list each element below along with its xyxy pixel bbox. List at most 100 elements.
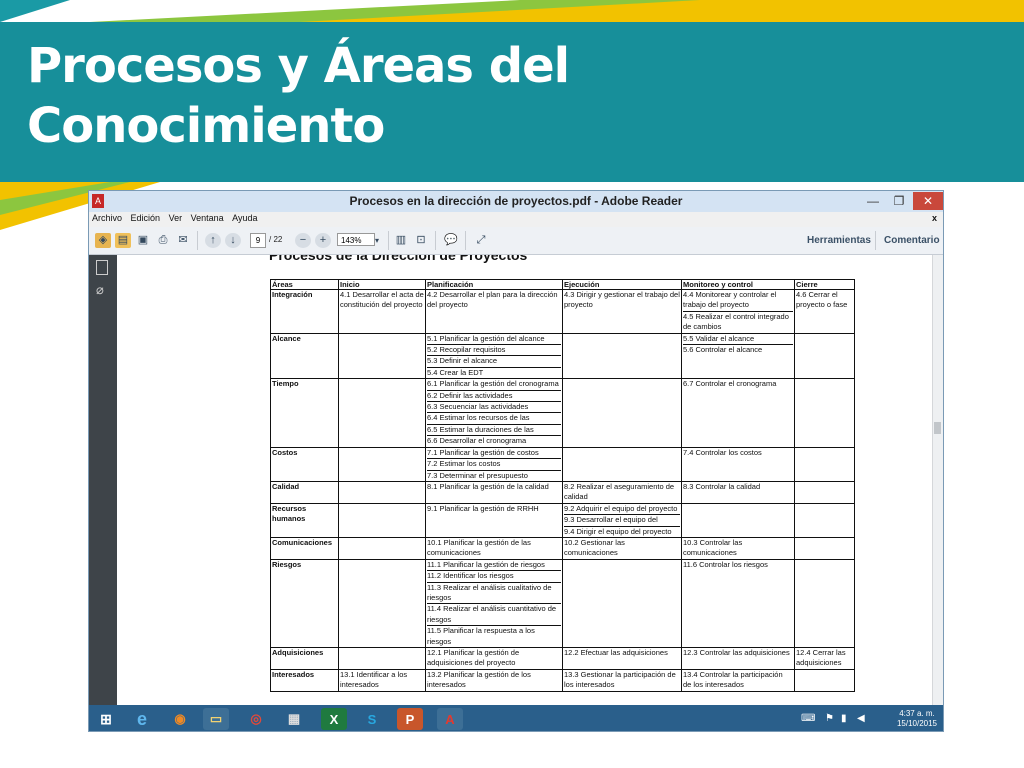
network-icon[interactable]: ▮ [841,713,847,724]
menu-edicion[interactable]: Edición [128,212,164,224]
powerpoint-icon[interactable]: P [397,708,423,730]
attachment-icon[interactable]: ⌀ [96,282,104,298]
chrome-icon[interactable]: ◎ [243,708,269,730]
comment-icon[interactable]: 💬 [443,233,459,248]
monitoreo-cell: 5.5 Validar el alcance 5.6 Controlar el a… [681,332,795,380]
ejecucion-cell: 4.3 Dirigir y gestionar el trabajo del p… [562,289,682,334]
slide-title-line-1: Procesos y Áreas del [27,38,570,94]
flag-icon[interactable]: ⚑ [825,713,834,724]
inicio-cell: 13.1 Identificar a los interesados [338,668,426,692]
tools-button[interactable]: Herramientas [807,235,871,246]
internet-explorer-icon[interactable]: e [129,708,155,730]
media-player-icon[interactable]: ◉ [167,708,193,730]
file-explorer-icon[interactable]: ▭ [203,708,229,730]
vertical-scrollbar[interactable] [932,255,943,705]
area-cell: Costos [270,446,339,482]
chevron-down-icon[interactable]: ▾ [369,233,385,248]
process-item: 7.3 Determinar el presupuesto [427,470,528,480]
toolbar-separator [197,231,198,250]
area-cell: Tiempo [270,378,339,448]
table-row: Comunicaciones 10.1 Planificar la gestión… [270,536,855,560]
cierre-cell: 12.4 Cerrar las adquisiciones [794,647,855,670]
menu-ayuda[interactable]: Ayuda [229,212,260,224]
document-view[interactable]: Procesos de la Dirección de Proyectos Ár… [117,255,934,705]
inicio-cell [338,480,426,504]
inicio-cell [338,502,426,538]
fit-page-icon[interactable]: ▥ [393,233,409,248]
clock-date: 15/10/2015 [896,719,937,728]
monitoreo-cell: 12.3 Controlar las adquisiciones [681,647,795,670]
previous-page-icon[interactable]: ↑ [205,233,221,248]
planificacion-cell: 6.1 Planificar la gestión del cronograma… [425,378,563,448]
save-icon[interactable]: ▣ [135,233,151,248]
full-screen-icon[interactable]: ⤢ [473,233,489,248]
zoom-in-icon[interactable]: + [315,233,331,248]
menu-ventana[interactable]: Ventana [188,212,227,224]
ejecucion-cell: 8.2 Realizar el aseguramiento de calidad [562,480,682,504]
taskbar-clock[interactable]: 4:37 a. m. 15/10/2015 [897,709,937,729]
process-item: 6.7 Controlar el cronograma [683,379,777,389]
keyboard-icon[interactable]: ⌨ [801,713,815,724]
ejecucion-cell [562,558,682,649]
process-item: 6.4 Estimar los recursos de las [427,413,561,425]
toolbar-separator [875,231,876,250]
email-icon[interactable]: ✉ [175,233,191,248]
menu-archivo[interactable]: Archivo [89,212,125,224]
toolbar-separator [435,231,436,250]
scrollbar-thumb[interactable] [934,422,941,434]
planificacion-cell: 11.1 Planificar la gestión de riesgos 11.… [425,558,563,649]
process-item: 5.6 Controlar el alcance [683,345,763,355]
area-cell: Recursos humanos [270,502,339,538]
open-folder-icon[interactable]: ▤ [115,233,131,248]
cierre-cell [794,332,855,380]
table-header-row: Áreas Inicio Planificación Ejecución Mon… [270,279,855,290]
page-number-input[interactable]: 9 [250,233,266,248]
minimize-button[interactable]: — [861,192,885,210]
table-row: Recursos humanos 9.1 Planificar la gestió… [270,502,855,538]
excel-icon[interactable]: X [321,708,347,730]
maximize-button[interactable]: ❐ [887,192,911,210]
adobe-reader-taskbar-icon[interactable]: A [437,708,463,730]
column-header: Monitoreo y control [681,279,795,290]
skype-icon[interactable]: S [359,708,385,730]
process-item: 6.3 Secuenciar las actividades [427,402,561,414]
slide-title-line-2: Conocimiento [27,98,385,154]
volume-icon[interactable]: ◀ [857,713,865,724]
zoom-out-icon[interactable]: − [295,233,311,248]
page-total: / 22 [269,235,283,244]
inicio-cell [338,378,426,448]
inicio-cell [338,446,426,482]
monitoreo-cell: 11.6 Controlar los riesgos [681,558,795,649]
planificacion-cell: 5.1 Planificar la gestión del alcance 5.2… [425,332,563,380]
menu-ver[interactable]: Ver [166,212,186,224]
comment-button[interactable]: Comentario [884,235,940,246]
cierre-cell [794,446,855,482]
monitoreo-cell: 10.3 Controlar las comunicaciones [681,536,795,560]
process-item: 6.2 Definir las actividades [427,391,561,403]
fit-width-icon[interactable]: ⊡ [413,233,429,248]
next-page-icon[interactable]: ↓ [225,233,241,248]
toolbar-separator [465,231,466,250]
print-icon[interactable]: ⎙ [155,233,171,248]
create-pdf-icon[interactable]: ◈ [95,233,111,248]
process-item: 7.4 Controlar los costos [683,447,762,457]
ejecucion-cell: 9.2 Adquirir el equipo del proyecto 9.3 D… [562,502,682,538]
pages-icon[interactable] [96,260,108,275]
process-item: 5.3 Definir el alcance [427,356,561,368]
area-cell: Alcance [270,332,339,380]
table-row: Calidad 8.1 Planificar la gestión de la c… [270,480,855,504]
close-document-button[interactable]: x [929,212,940,224]
area-cell: Interesados [270,668,339,692]
ejecucion-cell [562,378,682,448]
close-button[interactable]: ✕ [913,192,943,210]
process-item: 6.6 Desarrollar el cronograma [427,436,527,446]
slide-title: Procesos y Áreas del Conocimiento [27,36,570,156]
ejecucion-cell: 13.3 Gestionar la participación de los i… [562,668,682,692]
windows-start-icon[interactable]: ⊞ [93,708,119,730]
area-cell: Comunicaciones [270,536,339,560]
process-item: 7.1 Planificar la gestión de costos [427,448,561,460]
cierre-cell [794,378,855,448]
column-header: Planificación [425,279,563,290]
app-icon[interactable]: ▦ [281,708,307,730]
window-titlebar[interactable]: A Procesos en la dirección de proyectos.… [89,191,943,212]
